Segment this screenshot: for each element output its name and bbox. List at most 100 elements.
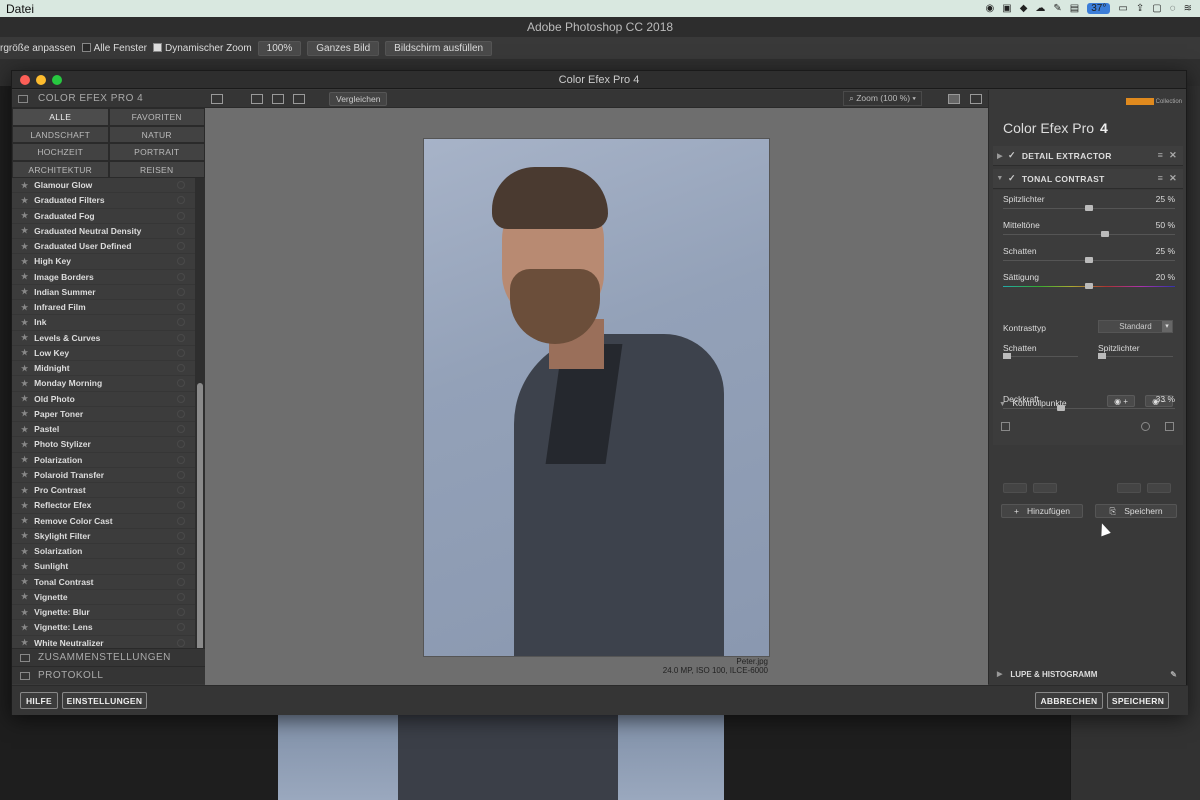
toggle-controls-icon[interactable]	[970, 93, 982, 104]
dropbox-icon[interactable]: ◆	[1020, 3, 1028, 14]
filter-info-icon[interactable]	[177, 623, 185, 632]
favorite-star-icon[interactable]: ★	[21, 394, 28, 403]
favorite-star-icon[interactable]: ★	[21, 379, 28, 388]
slider-knob[interactable]	[1085, 257, 1093, 263]
filter-list-item[interactable]: ★ Vignette	[12, 590, 195, 605]
filter-list-item[interactable]: ★ Graduated User Defined	[12, 239, 195, 255]
collapse-icon[interactable]: ▼	[995, 175, 1005, 182]
background-light-icon[interactable]	[948, 93, 960, 104]
save-recipe-button[interactable]: ⎘ Speichern	[1095, 504, 1177, 518]
app-icon[interactable]: ▣	[1002, 3, 1011, 14]
filter-info-icon[interactable]	[177, 440, 185, 449]
filter-list-item[interactable]: ★ Tonal Contrast	[12, 575, 195, 590]
filter-list-item[interactable]: ★ Levels & Curves	[12, 331, 195, 346]
filter-info-icon[interactable]	[177, 364, 185, 373]
filter-info-icon[interactable]	[177, 333, 185, 342]
favorite-star-icon[interactable]: ★	[21, 608, 28, 617]
favorite-star-icon[interactable]: ★	[21, 211, 28, 220]
filter-list-item[interactable]: ★ Graduated Filters	[12, 193, 195, 209]
move-up-button[interactable]	[1033, 483, 1057, 493]
filter-info-icon[interactable]	[177, 303, 185, 312]
category-alle[interactable]: ALLE	[12, 108, 109, 126]
favorite-star-icon[interactable]: ★	[21, 577, 28, 586]
favorite-star-icon[interactable]: ★	[21, 226, 28, 235]
filter-list-item[interactable]: ★ Low Key	[12, 346, 195, 361]
filter-list-item[interactable]: ★ Image Borders	[12, 270, 195, 285]
opacity-slider[interactable]: Deckkraft 33 %	[1003, 394, 1175, 411]
category-natur[interactable]: NATUR	[108, 125, 205, 143]
loupe-histogram-section[interactable]: ▶ LUPE & HISTOGRAMM ✎	[993, 665, 1183, 683]
filter-list-item[interactable]: ★ Skylight Filter	[12, 529, 195, 544]
filter-list-item[interactable]: ★ Vignette: Blur	[12, 605, 195, 621]
slider-knob[interactable]	[1003, 353, 1011, 359]
favorite-star-icon[interactable]: ★	[21, 409, 28, 418]
evernote-icon[interactable]: ✎	[1053, 3, 1061, 14]
favorite-star-icon[interactable]: ★	[21, 501, 28, 510]
zoom-100-button[interactable]: 100%	[257, 40, 302, 56]
disk-icon[interactable]: ▭	[1118, 3, 1127, 14]
filter-info-icon[interactable]	[177, 272, 185, 281]
slider-0[interactable]: Spitzlichter 25 %	[1003, 194, 1175, 211]
filter-info-icon[interactable]	[177, 287, 185, 296]
favorite-star-icon[interactable]: ★	[21, 318, 28, 327]
filter-info-icon[interactable]	[177, 486, 185, 495]
favorite-star-icon[interactable]: ★	[21, 242, 28, 251]
history-section[interactable]: PROTOKOLL	[12, 666, 205, 684]
favorite-star-icon[interactable]: ★	[21, 440, 28, 449]
favorite-star-icon[interactable]: ★	[21, 196, 28, 205]
filter-info-icon[interactable]	[177, 577, 185, 586]
favorite-star-icon[interactable]: ★	[21, 257, 28, 266]
favorite-star-icon[interactable]: ★	[21, 287, 28, 296]
filter-list-scrollbar[interactable]	[195, 178, 205, 661]
side-by-side-icon[interactable]	[293, 93, 305, 104]
cancel-button[interactable]: ABBRECHEN	[1035, 692, 1103, 709]
filter-list-item[interactable]: ★ Polarization	[12, 453, 195, 468]
filter-info-icon[interactable]	[177, 196, 185, 205]
favorite-star-icon[interactable]: ★	[21, 516, 28, 525]
filter-browser-header[interactable]: COLOR EFEX PRO 4	[12, 90, 205, 108]
favorite-star-icon[interactable]: ★	[21, 470, 28, 479]
filter-info-icon[interactable]	[177, 547, 185, 556]
filter-info-icon[interactable]	[177, 211, 185, 220]
enable-checkbox[interactable]: ✓	[1008, 173, 1016, 184]
slider-knob[interactable]	[1098, 353, 1106, 359]
fill-screen-button[interactable]: Bildschirm ausfüllen	[385, 40, 493, 56]
battery-badge[interactable]: 37°	[1087, 3, 1111, 14]
filter-list-item[interactable]: ★ Vignette: Lens	[12, 620, 195, 636]
filter-info-icon[interactable]	[177, 531, 185, 540]
favorite-star-icon[interactable]: ★	[21, 348, 28, 357]
expand-icon[interactable]: ▶	[997, 670, 1002, 678]
all-windows-checkbox[interactable]: Alle Fenster	[81, 43, 147, 54]
favorite-star-icon[interactable]: ★	[21, 364, 28, 373]
recipes-section[interactable]: ZUSAMMENSTELLUNGEN	[12, 648, 205, 666]
filter-list-item[interactable]: ★ Graduated Fog	[12, 209, 195, 224]
filter-list-item[interactable]: ★ Photo Stylizer	[12, 437, 195, 453]
filter-list-item[interactable]: ★ High Key	[12, 254, 195, 270]
filter-list-item[interactable]: ★ Glamour Glow	[12, 178, 195, 194]
filter-info-icon[interactable]	[177, 455, 185, 464]
brush-icon[interactable]	[1141, 422, 1150, 431]
scrollbar-thumb[interactable]	[197, 383, 203, 653]
add-recipe-button[interactable]: + Hinzufügen	[1001, 504, 1083, 518]
filter-list-item[interactable]: ★ Solarization	[12, 544, 195, 560]
filter-info-icon[interactable]	[177, 516, 185, 525]
category-landschaft[interactable]: LANDSCHAFT	[12, 125, 109, 143]
filter-info-icon[interactable]	[177, 348, 185, 357]
save-button[interactable]: SPEICHERN	[1107, 692, 1169, 709]
filter-menu-icon[interactable]: ≡	[1158, 173, 1164, 184]
single-view-icon[interactable]	[251, 93, 263, 104]
favorite-star-icon[interactable]: ★	[21, 272, 28, 281]
category-portrait[interactable]: PORTRAIT	[108, 143, 205, 161]
expand-icon[interactable]: ▶	[995, 152, 1005, 160]
filter-info-icon[interactable]	[177, 592, 185, 601]
slider-3[interactable]: Sättigung 20 %	[1003, 272, 1175, 289]
split-view-icon[interactable]	[272, 93, 284, 104]
slider-knob[interactable]	[1057, 405, 1066, 411]
slider-knob[interactable]	[1085, 205, 1093, 211]
favorite-star-icon[interactable]: ★	[21, 623, 28, 632]
favorite-star-icon[interactable]: ★	[21, 181, 28, 190]
favorite-star-icon[interactable]: ★	[21, 562, 28, 571]
info-icon[interactable]	[1001, 422, 1010, 431]
help-button[interactable]: HILFE	[20, 692, 58, 709]
menu-datei[interactable]: Datei	[0, 2, 34, 16]
